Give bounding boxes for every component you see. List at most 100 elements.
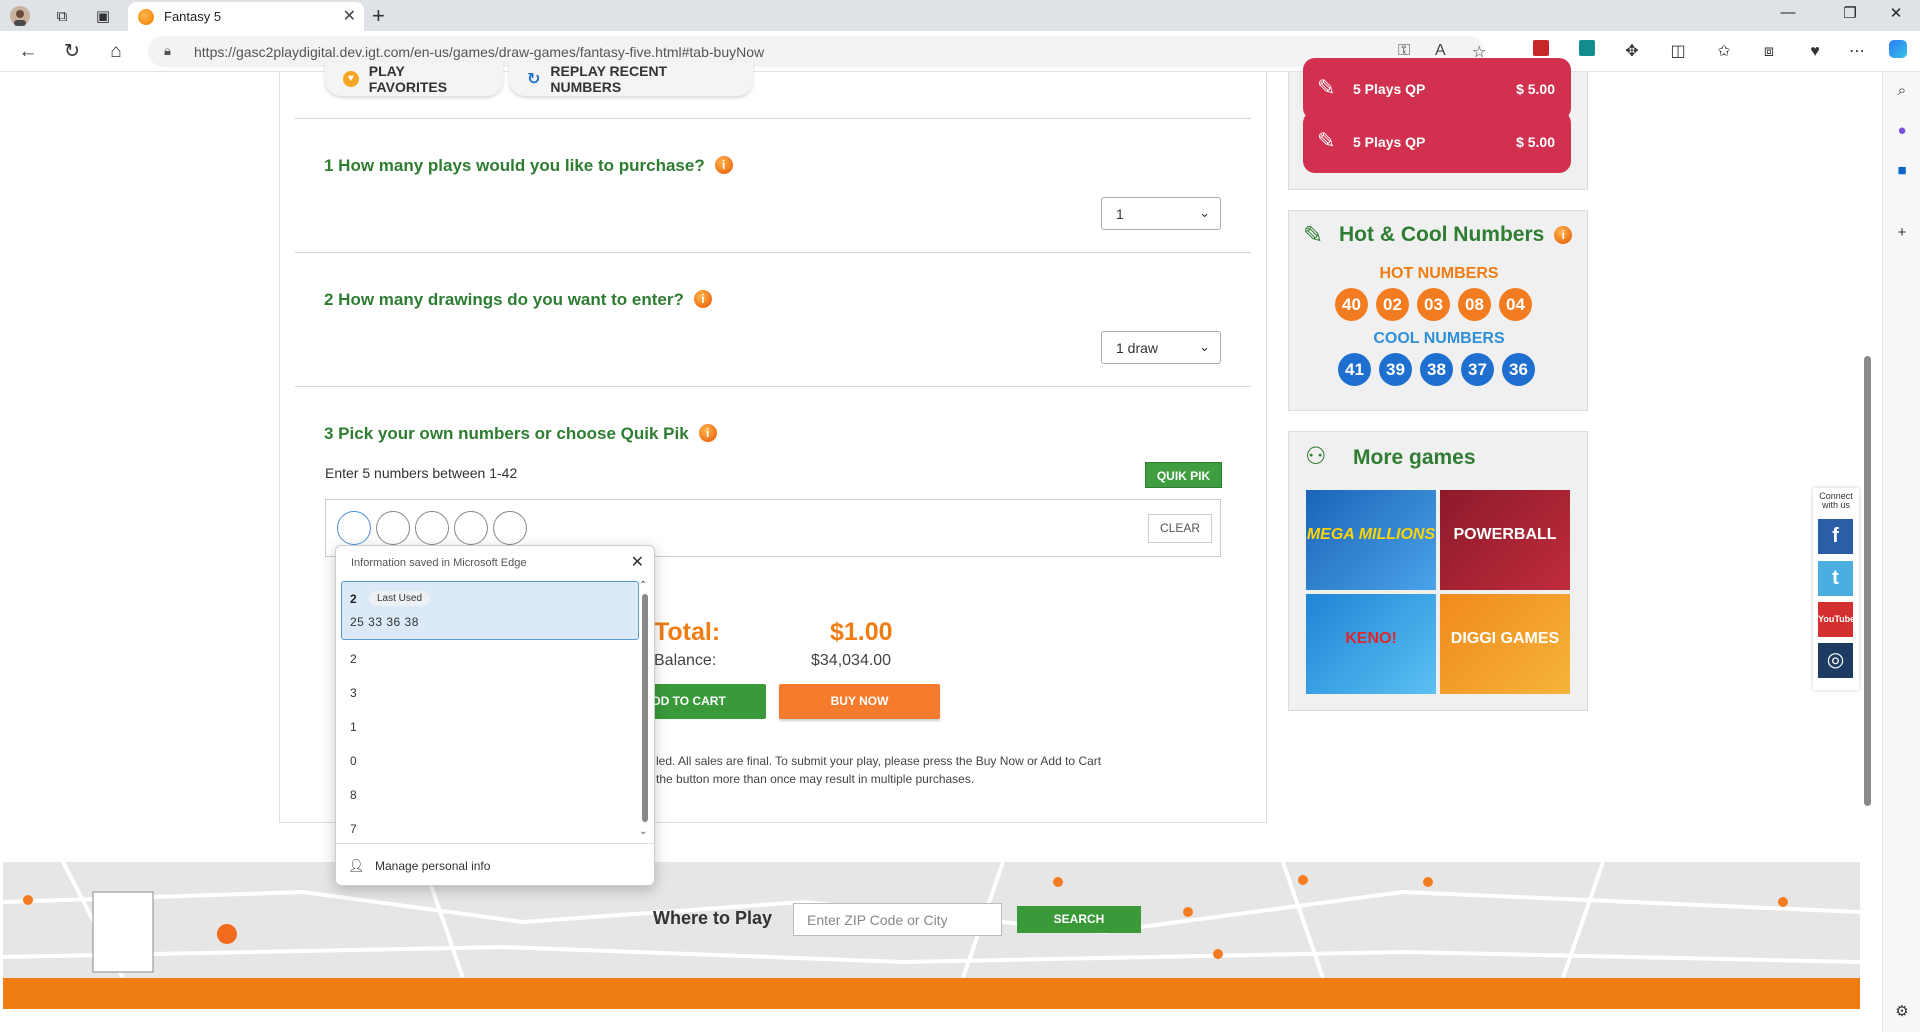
youtube-icon[interactable]: YouTube [1818, 602, 1855, 637]
sidebar-settings-icon[interactable]: ⚙ [1892, 1002, 1912, 1022]
mega-millions-tile[interactable]: MEGA MILLIONS [1306, 490, 1436, 590]
number-input-3[interactable] [415, 511, 449, 545]
twitter-icon[interactable]: t [1818, 561, 1853, 596]
sidebar-outlook-icon[interactable]: ■ [1892, 162, 1912, 182]
cool-number-ball: 36 [1502, 353, 1535, 386]
buy-now-button[interactable]: BUY NOW [779, 684, 940, 719]
add-to-cart-button[interactable]: DD TO CART [640, 684, 766, 719]
chevron-down-icon: ⌄ [1199, 205, 1210, 220]
hot-cool-panel: ✎ Hot & Cool Numbers i HOT NUMBERS 40 02 … [1288, 210, 1588, 411]
plays-select[interactable]: 1 ⌄ [1101, 197, 1221, 230]
page-scrollbar-thumb[interactable] [1864, 356, 1871, 806]
autofill-item[interactable]: 0 [350, 754, 357, 768]
cool-numbers-label: COOL NUMBERS [1373, 330, 1505, 347]
diggi-games-tile[interactable]: DIGGI GAMES [1440, 594, 1570, 694]
drawings-select[interactable]: 1 draw ⌄ [1101, 331, 1221, 364]
restore-icon[interactable]: ❐ [1830, 4, 1870, 22]
scroll-down-icon[interactable]: ⌄ [639, 826, 647, 837]
edge-sidebar: ⌕ ● ■ + ⚙ [1882, 72, 1920, 1032]
question-drawings: 2 How many drawings do you want to enter… [324, 290, 712, 310]
play-favorites-label: PLAY FAVORITES [368, 63, 448, 95]
new-tab-button[interactable]: + [372, 3, 385, 29]
autofill-item[interactable]: 2 [350, 652, 357, 666]
profile-avatar-icon[interactable] [8, 4, 32, 28]
search-button[interactable]: SEARCH [1017, 906, 1141, 933]
autofill-item[interactable]: 3 [350, 686, 357, 700]
more-games-panel: ⚇ More games MEGA MILLIONS POWERBALL KEN… [1288, 431, 1588, 711]
replay-recent-label: REPLAY RECENT NUMBERS [550, 63, 668, 95]
number-input-4[interactable] [454, 511, 488, 545]
url-text[interactable]: https://gasc2playdigital.dev.igt.com/en-… [194, 44, 764, 60]
extension-teal-icon[interactable] [1575, 40, 1599, 64]
replay-recent-button[interactable]: ↻ REPLAY RECENT NUMBERS [509, 62, 753, 96]
ticket-icon: ✎ [1317, 128, 1336, 153]
cool-number-ball: 38 [1420, 353, 1453, 386]
facebook-icon[interactable]: f [1818, 519, 1853, 554]
autofill-header: Information saved in Microsoft Edge [351, 557, 527, 569]
sidebar-add-icon[interactable]: + [1892, 224, 1912, 244]
person-settings-icon: 👤︎ [348, 858, 365, 873]
replay-icon: ↻ [527, 71, 541, 88]
powerball-tile[interactable]: POWERBALL [1440, 490, 1570, 590]
number-input-2[interactable] [376, 511, 410, 545]
window-close-icon[interactable]: ✕ [1876, 4, 1916, 22]
divider [295, 252, 1251, 253]
keno-tile[interactable]: KENO! [1306, 594, 1436, 694]
favorite-heart-icon: ♥ [343, 71, 359, 87]
minimize-icon[interactable]: — [1768, 4, 1808, 21]
quik-pik-button[interactable]: QUIK PIK [1145, 462, 1222, 488]
zip-input[interactable]: Enter ZIP Code or City [793, 903, 1002, 936]
instagram-icon[interactable]: ◎ [1818, 643, 1853, 678]
tab-fantasy-5[interactable]: Fantasy 5 ✕ [128, 2, 364, 31]
disclaimer: led. All sales are final. To submit your… [656, 754, 1102, 786]
workspaces-icon[interactable]: ⧉ [50, 4, 74, 28]
tab-strip: ⧉ ▣ Fantasy 5 ✕ + — ❐ ✕ [0, 0, 1920, 31]
hot-number-ball: 03 [1417, 288, 1450, 321]
collections-icon[interactable]: ⧈ [1757, 40, 1781, 64]
vertical-tabs-icon[interactable]: ▣ [91, 4, 115, 28]
back-icon[interactable]: ← [14, 39, 42, 65]
info-icon[interactable]: i [714, 156, 733, 174]
info-icon[interactable]: i [693, 290, 712, 308]
hot-number-ball: 40 [1335, 288, 1368, 321]
manage-personal-info-row[interactable]: 👤︎ Manage personal info [336, 843, 654, 886]
lock-icon[interactable]: 🔒︎ [164, 43, 171, 59]
number-input-1[interactable] [337, 511, 371, 545]
refresh-icon[interactable]: ↻ [58, 39, 86, 65]
chevron-down-icon: ⌄ [1199, 339, 1210, 354]
performance-icon[interactable]: ♥ [1803, 40, 1827, 64]
split-screen-icon[interactable]: ◫ [1666, 40, 1690, 64]
autofill-item[interactable]: 7 [350, 822, 357, 836]
home-icon[interactable]: ⌂ [102, 39, 130, 65]
divider [295, 386, 1251, 387]
close-icon[interactable]: ✕ [631, 552, 644, 572]
number-input-5[interactable] [493, 511, 527, 545]
clear-button[interactable]: CLEAR [1148, 514, 1212, 543]
info-icon[interactable]: i [698, 424, 717, 442]
balance-label: Balance: [654, 652, 717, 669]
quick-play-button[interactable]: ✎ 5 Plays QP $ 5.00 [1303, 111, 1571, 173]
connect-label: Connect with us [1819, 491, 1853, 510]
play-favorites-button[interactable]: ♥ PLAY FAVORITES [325, 62, 503, 96]
scroll-up-icon[interactable]: ⌃ [639, 580, 647, 591]
tab-close-icon[interactable]: ✕ [343, 6, 356, 26]
autofill-item[interactable]: 1 [350, 720, 357, 734]
pick-hint: Enter 5 numbers between 1-42 [325, 465, 518, 481]
cool-number-ball: 41 [1338, 353, 1371, 386]
favorites-icon[interactable]: ✩ [1712, 40, 1736, 64]
more-menu-icon[interactable]: ⋯ [1845, 40, 1869, 64]
total-value: $1.00 [830, 618, 893, 646]
where-to-play-label: Where to Play [653, 908, 773, 928]
info-icon[interactable]: i [1554, 226, 1573, 244]
site-favicon-icon [138, 8, 154, 25]
autofill-selected-item[interactable]: 2 Last Used 25 33 36 38 [341, 581, 639, 640]
cool-number-ball: 37 [1461, 353, 1494, 386]
autofill-scrollbar[interactable] [642, 594, 648, 822]
footer-bar [3, 978, 1860, 1009]
autofill-item[interactable]: 8 [350, 788, 357, 802]
sidebar-copilot-icon[interactable]: ● [1892, 122, 1912, 142]
extensions-puzzle-icon[interactable]: ✥ [1620, 40, 1644, 64]
sidebar-search-icon[interactable]: ⌕ [1892, 82, 1912, 102]
copilot-icon[interactable] [1886, 40, 1910, 64]
tab-title: Fantasy 5 [164, 9, 222, 24]
